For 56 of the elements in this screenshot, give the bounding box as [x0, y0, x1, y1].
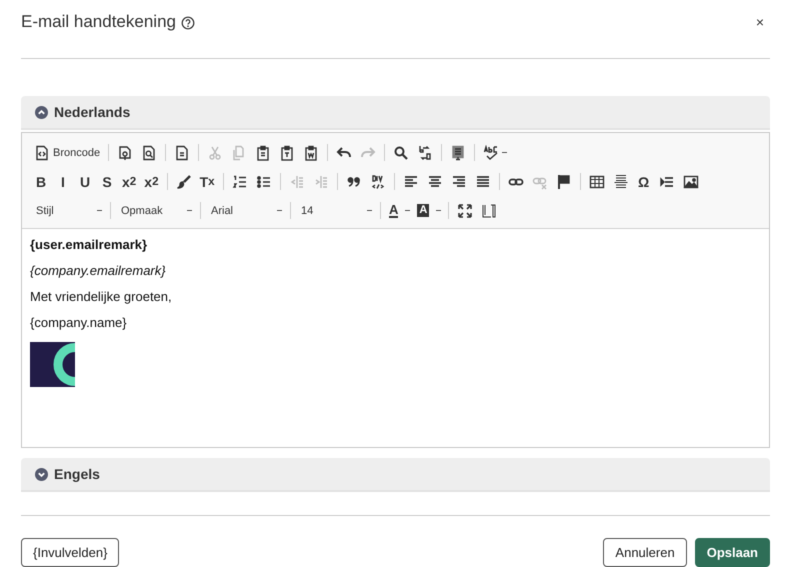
horizontal-rule-icon: [612, 174, 629, 190]
maximize-icon: [457, 202, 474, 218]
numbered-list-icon: [232, 174, 248, 190]
page-icon: [174, 144, 190, 160]
blocks-icon: [481, 202, 498, 218]
dropdown[interactable]: 14: [295, 200, 376, 222]
align-center-icon: [426, 174, 443, 190]
toolbar-button[interactable]: Ω: [632, 170, 655, 192]
toolbar-button[interactable]: B: [30, 170, 52, 192]
clipboard-icon: [303, 144, 320, 160]
div-icon: [370, 174, 386, 190]
dropdown[interactable]: Stijl: [30, 200, 106, 222]
brush-icon: [176, 174, 192, 190]
logo-icon: [30, 342, 75, 387]
preview-icon: [141, 144, 158, 160]
toolbar-button[interactable]: Broncode: [30, 142, 104, 164]
bullet-list-icon: [256, 174, 272, 190]
signature-line: {user.emailremark}: [30, 238, 148, 252]
table-icon: [588, 174, 605, 190]
fields-button[interactable]: {Invulvelden}: [21, 538, 120, 567]
signature-line: {company.emailremark}: [30, 264, 167, 278]
clipboard-icon: [279, 144, 296, 160]
spellcheck-icon: [483, 144, 500, 160]
caret-icon: [277, 210, 282, 211]
save-button[interactable]: Opslaan: [694, 538, 770, 567]
close-button[interactable]: ×: [750, 14, 770, 30]
accordion-header[interactable]: Nederlands: [21, 96, 770, 130]
help-icon[interactable]: [180, 16, 195, 30]
signature-line: Met vriendelijke groeten,: [30, 290, 173, 304]
outdent-icon: [288, 174, 305, 190]
cancel-button[interactable]: Annuleren: [603, 538, 687, 567]
toolbar-button[interactable]: U: [74, 170, 96, 192]
dropdown[interactable]: Opmaak: [115, 200, 196, 222]
toolbar-button[interactable]: I: [52, 170, 74, 192]
align-left-icon: [402, 174, 419, 190]
caret-icon: [367, 210, 372, 211]
align-right-icon: [450, 174, 467, 190]
scissors-icon: [207, 144, 224, 160]
dialog-title: E-mail handtekening: [21, 12, 176, 32]
caret-icon: [187, 210, 192, 211]
select-all-icon: [450, 144, 466, 160]
template-icon: [117, 144, 134, 160]
signature-line: {company.name}: [30, 316, 128, 330]
color-button[interactable]: A: [413, 200, 434, 222]
color-button[interactable]: A: [385, 200, 402, 222]
search-icon: [393, 144, 410, 160]
accordion-header[interactable]: Engels: [21, 458, 770, 492]
replace-icon: [417, 144, 434, 160]
justify-icon: [474, 174, 491, 190]
clipboard-icon: [255, 144, 272, 160]
dropdown[interactable]: Arial: [205, 200, 286, 222]
caret-icon: [97, 210, 102, 211]
image-icon: [682, 174, 699, 190]
toolbar-button[interactable]: S: [96, 170, 118, 192]
source-icon: [34, 144, 50, 160]
flag-icon: [556, 174, 572, 190]
